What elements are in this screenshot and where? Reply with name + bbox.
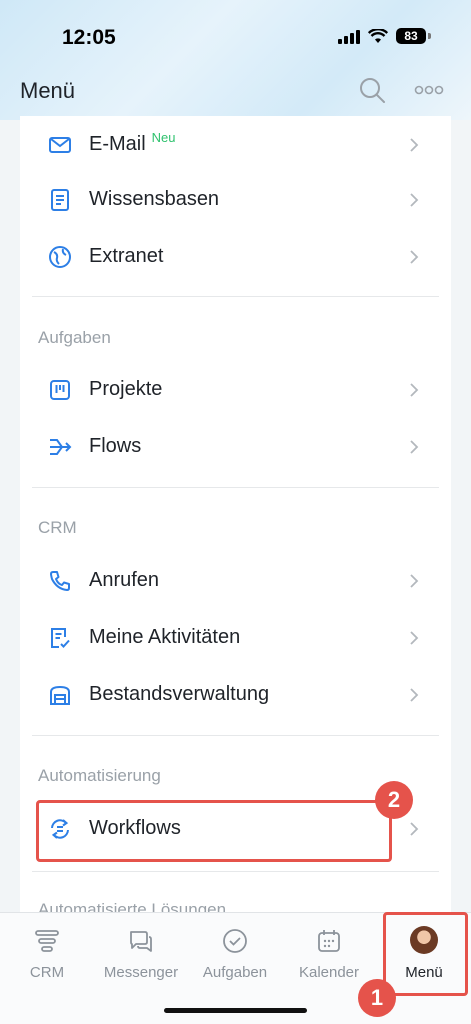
menu-item-label: Projekte	[89, 378, 163, 400]
chevron-right-icon	[410, 573, 419, 588]
mail-icon	[49, 136, 71, 153]
chevron-right-icon	[410, 687, 419, 702]
step-badge-2: 2	[375, 781, 413, 819]
activities-icon	[51, 627, 70, 648]
divider	[32, 296, 439, 297]
signal-icon	[338, 28, 360, 44]
calendar-icon	[318, 930, 340, 952]
chevron-right-icon	[410, 630, 419, 645]
new-badge: Neu	[151, 130, 176, 145]
page-title: Menü	[20, 78, 76, 103]
chevron-right-icon	[410, 249, 419, 264]
chat-icon	[130, 931, 152, 952]
menu-item-projekte[interactable]: Projekte	[20, 361, 451, 418]
workflows-highlight	[36, 800, 392, 862]
menu-item-extranet[interactable]: Extranet	[20, 228, 451, 285]
tab-kalender[interactable]: Kalender	[282, 913, 376, 993]
chevron-right-icon	[410, 137, 419, 152]
section-title-aufgaben: Aufgaben	[38, 328, 111, 347]
status-icons: 83	[338, 28, 431, 44]
status-time: 12:05	[62, 26, 116, 49]
status-bar: 12:05 83	[0, 0, 471, 72]
step-badge-1: 1	[358, 979, 396, 1017]
menu-item-label: E-Mail Neu	[89, 130, 176, 155]
warehouse-icon	[50, 685, 70, 705]
chevron-right-icon	[410, 439, 419, 454]
tab-aufgaben[interactable]: Aufgaben	[188, 913, 282, 993]
chevron-right-icon	[410, 192, 419, 207]
tab-crm[interactable]: CRM	[0, 913, 94, 993]
tab-label: CRM	[29, 964, 65, 981]
tab-label: Aufgaben	[202, 964, 268, 981]
divider	[32, 735, 439, 736]
search-icon[interactable]	[358, 76, 386, 104]
battery-icon: 83	[396, 28, 426, 44]
more-icon[interactable]	[412, 78, 446, 102]
menu-tab-highlight	[383, 912, 468, 996]
menu-item-label: Anrufen	[89, 569, 160, 591]
book-icon	[51, 188, 69, 211]
header: Menü	[0, 72, 471, 116]
menu-item-bestandsverwaltung[interactable]: Bestandsverwaltung	[20, 666, 451, 723]
divider	[32, 871, 439, 872]
home-indicator	[164, 1008, 307, 1013]
flows-icon	[50, 438, 72, 455]
menu-item-wissensbasen[interactable]: Wissensbasen	[20, 171, 451, 228]
menu-item-label: Wissensbasen	[89, 188, 220, 210]
tab-label: Kalender	[298, 964, 360, 981]
globe-icon	[49, 245, 71, 268]
menu-item-meine-aktivitaeten[interactable]: Meine Aktivitäten	[20, 609, 451, 666]
section-title-crm: CRM	[38, 518, 77, 537]
project-board-icon	[50, 379, 70, 400]
divider	[32, 487, 439, 488]
menu-item-label: Flows	[89, 435, 142, 457]
phone-icon	[50, 570, 70, 591]
section-title-automatisierung: Automatisierung	[38, 766, 161, 785]
tab-messenger[interactable]: Messenger	[94, 913, 188, 993]
chevron-right-icon	[410, 821, 419, 836]
wifi-icon	[368, 28, 388, 43]
menu-item-anrufen[interactable]: Anrufen	[20, 552, 451, 609]
menu-item-email[interactable]: E-Mail Neu	[20, 116, 451, 173]
menu-item-label: Meine Aktivitäten	[89, 626, 241, 648]
tab-label: Messenger	[103, 964, 179, 981]
menu-item-label: Bestandsverwaltung	[89, 683, 270, 705]
check-circle-icon	[223, 929, 247, 953]
menu-item-flows[interactable]: Flows	[20, 418, 451, 475]
battery-tip	[428, 33, 431, 39]
menu-item-label: Extranet	[89, 245, 164, 267]
crm-funnel-icon	[35, 930, 59, 952]
chevron-right-icon	[410, 382, 419, 397]
